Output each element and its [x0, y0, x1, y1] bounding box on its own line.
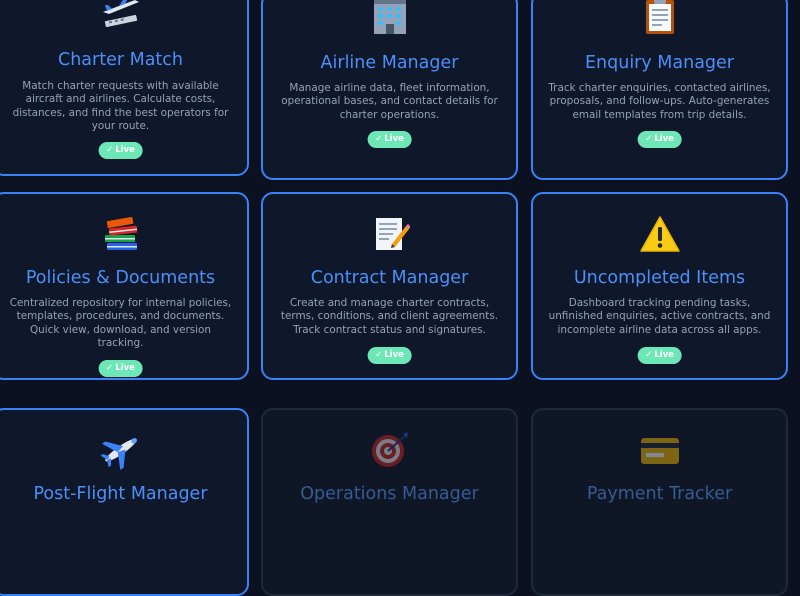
- card-title: Policies & Documents: [25, 268, 216, 288]
- card-description: Track charter enquiries, contacted airli…: [548, 82, 771, 121]
- card-description: Match charter requests with available ai…: [12, 80, 229, 133]
- clipboard-icon: [533, 0, 786, 40]
- card-description: Centralized repository for internal poli…: [9, 297, 232, 350]
- card-charter-match[interactable]: Charter Match Match charter requests wit…: [0, 0, 249, 176]
- card-title: Charter Match: [57, 50, 183, 70]
- target-icon: [263, 430, 516, 474]
- card-payment-tracker[interactable]: Payment Tracker: [531, 408, 788, 596]
- books-icon: [0, 214, 247, 258]
- check-icon: ✓: [106, 145, 114, 155]
- memo-icon: [263, 214, 516, 258]
- airplane-icon: [0, 430, 247, 474]
- status-badge: ✓ Live: [98, 360, 143, 377]
- card-title: Operations Manager: [300, 484, 479, 504]
- warning-icon: [533, 214, 786, 258]
- card-title: Payment Tracker: [586, 484, 733, 504]
- status-badge: ✓ Live: [367, 131, 412, 148]
- status-badge: ✓ Live: [637, 347, 682, 364]
- card-airline-manager[interactable]: Airline Manager Manage airline data, fle…: [261, 0, 518, 180]
- status-badge: ✓ Live: [367, 347, 412, 364]
- app-grid: Charter Match Match charter requests wit…: [0, 0, 800, 596]
- card-policies-documents[interactable]: Policies & Documents Centralized reposit…: [0, 192, 249, 380]
- card-title: Airline Manager: [320, 53, 459, 73]
- check-icon: ✓: [106, 363, 114, 373]
- card-title: Contract Manager: [310, 268, 469, 288]
- check-icon: ✓: [375, 134, 383, 144]
- check-icon: ✓: [645, 134, 653, 144]
- card-title: Enquiry Manager: [584, 53, 735, 73]
- status-badge: ✓ Live: [637, 131, 682, 148]
- card-operations-manager[interactable]: Operations Manager: [261, 408, 518, 596]
- card-title: Post-Flight Manager: [33, 484, 208, 504]
- credit-card-icon: [533, 430, 786, 474]
- card-description: Dashboard tracking pending tasks, unfini…: [548, 297, 771, 336]
- card-title: Uncompleted Items: [573, 268, 746, 288]
- check-icon: ✓: [645, 350, 653, 360]
- card-description: Manage airline data, fleet information, …: [281, 82, 498, 121]
- card-enquiry-manager[interactable]: Enquiry Manager Track charter enquiries,…: [531, 0, 788, 180]
- check-icon: ✓: [375, 350, 383, 360]
- status-badge: ✓ Live: [98, 142, 143, 159]
- card-post-flight-manager[interactable]: Post-Flight Manager: [0, 408, 249, 596]
- card-description: Create and manage charter contracts, ter…: [280, 297, 499, 336]
- card-uncompleted-items[interactable]: Uncompleted Items Dashboard tracking pen…: [531, 192, 788, 380]
- card-contract-manager[interactable]: Contract Manager Create and manage chart…: [261, 192, 518, 380]
- airplane-departure-icon: [0, 0, 247, 34]
- office-building-icon: [263, 0, 516, 40]
